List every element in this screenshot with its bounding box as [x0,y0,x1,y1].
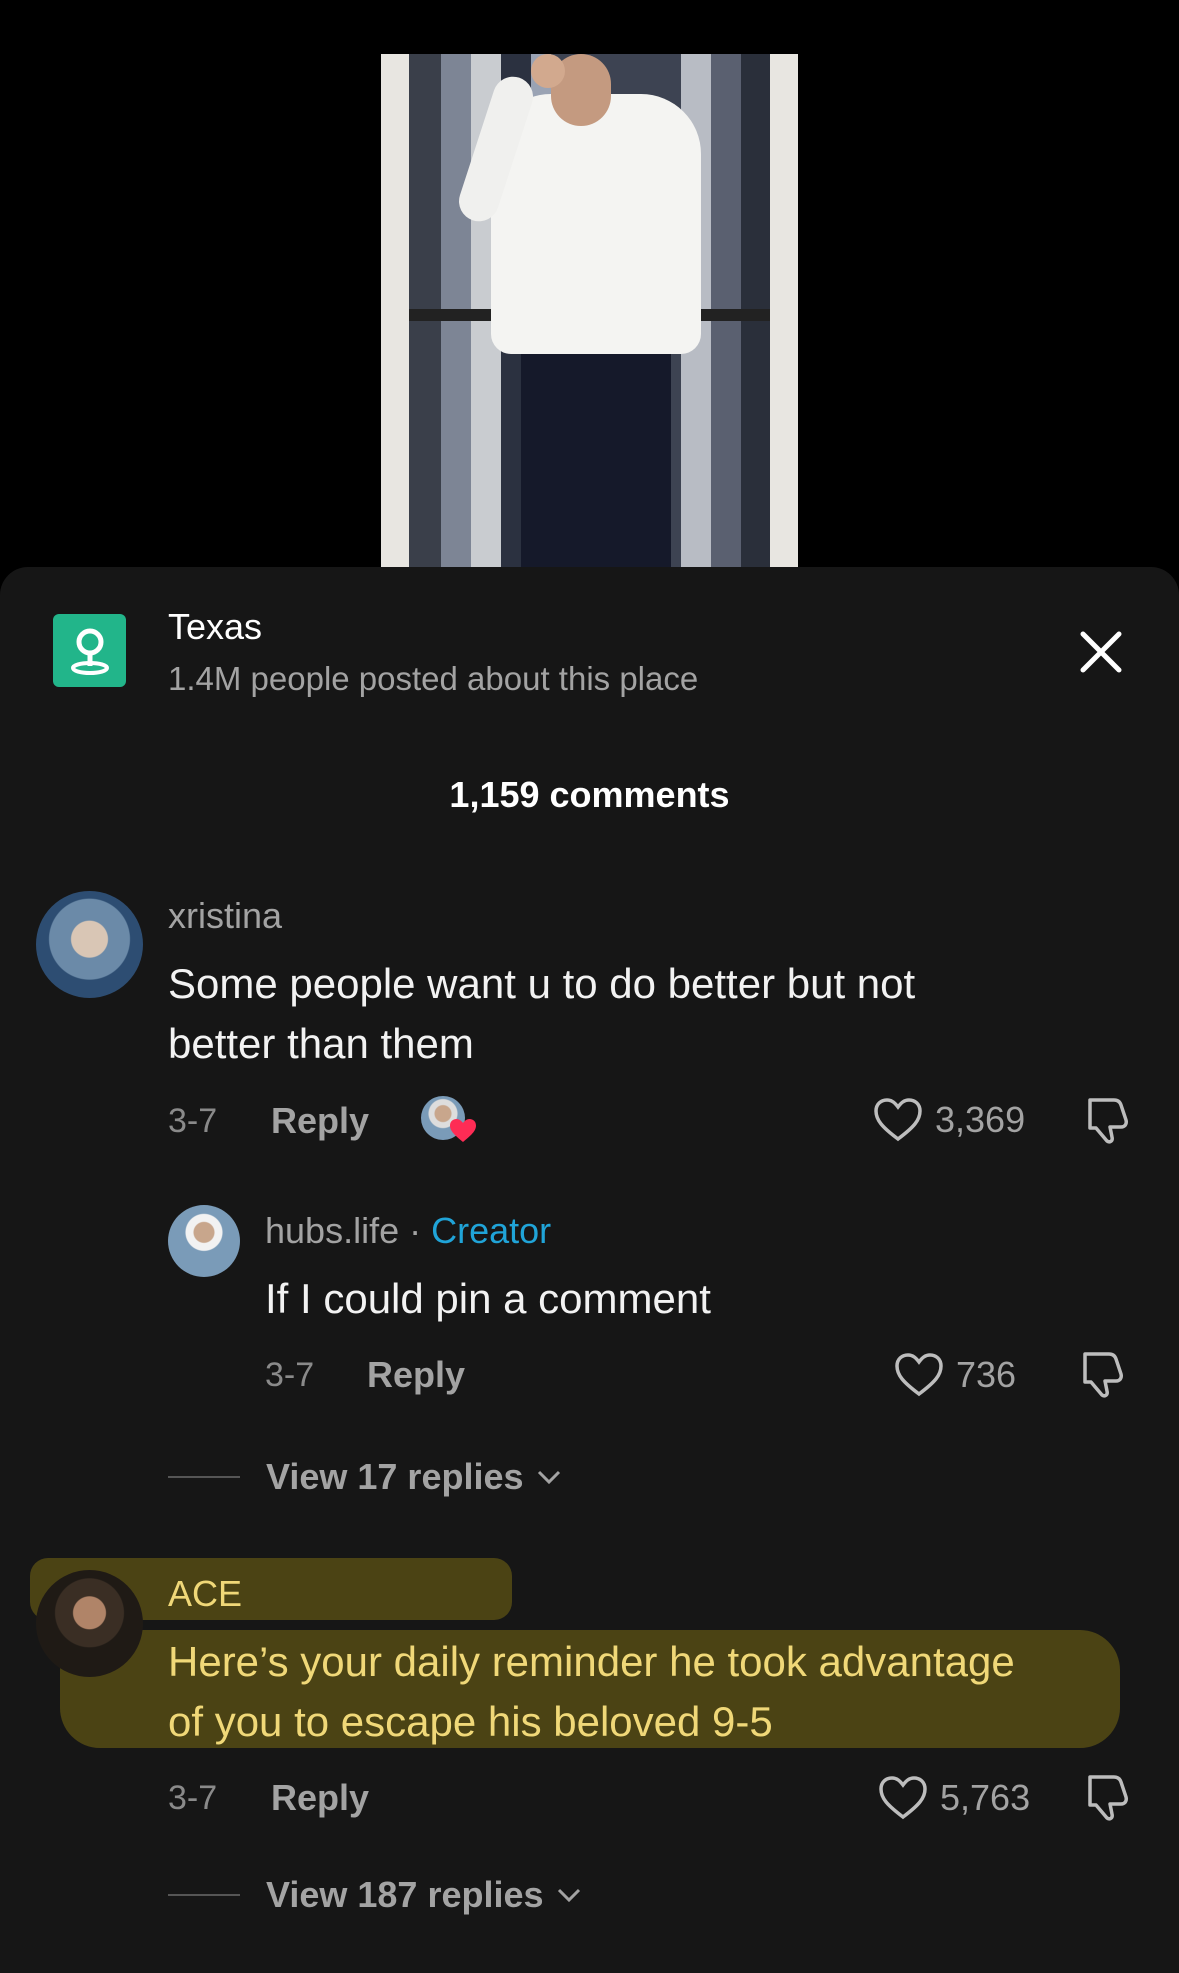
comment-text: Here’s your daily reminder he took advan… [168,1638,1015,1745]
video-preview[interactable] [381,54,798,567]
reply-username-row: hubs.life · Creator [265,1210,551,1252]
creator-badge: Creator [431,1210,552,1251]
like-count: 736 [956,1354,1017,1395]
location-subtitle: 1.4M people posted about this place [168,660,699,697]
comment-text: Some people want u to do better but not … [168,960,916,1067]
creator-liked-badge [421,1096,477,1146]
reply-button[interactable]: Reply [271,1100,369,1142]
name-separator: · [409,1210,422,1251]
dislike-icon[interactable] [1080,1096,1132,1151]
video-figure-pants [521,344,671,567]
reply-button[interactable]: Reply [367,1354,465,1396]
heart-icon [879,1776,927,1820]
view-replies-label: View 17 replies [266,1456,524,1497]
view-replies-button[interactable]: View 187 replies [168,1874,582,1916]
view-replies-label: View 187 replies [266,1874,544,1915]
reply-button[interactable]: Reply [271,1777,369,1819]
comment-date: 3-7 [168,1102,218,1140]
comment-date: 3-7 [168,1779,218,1817]
dislike-icon[interactable] [1075,1350,1127,1405]
like-count: 5,763 [940,1777,1031,1818]
avatar[interactable] [36,891,143,998]
divider-line [168,1894,240,1896]
video-figure-hand [531,54,565,88]
like-button[interactable]: 736 [894,1352,1016,1398]
comment-username[interactable]: ACE [168,1573,242,1615]
chevron-down-icon [557,1888,580,1903]
avatar[interactable] [36,1570,143,1677]
like-button[interactable]: 3,369 [873,1097,1025,1143]
heart-icon [874,1098,922,1142]
heart-icon [895,1353,943,1397]
heart-badge-icon [450,1119,476,1142]
dislike-icon[interactable] [1080,1773,1132,1828]
reply-username[interactable]: hubs.life [265,1210,399,1251]
video-figure-shirt [491,94,701,354]
comment-username[interactable]: xristina [168,895,282,937]
like-button[interactable]: 5,763 [878,1775,1030,1821]
divider-line [168,1476,240,1478]
view-replies-button[interactable]: View 17 replies [168,1456,562,1498]
like-count: 3,369 [935,1099,1026,1140]
comments-count: 1,159 comments [449,774,730,815]
chevron-down-icon [537,1470,560,1485]
avatar[interactable] [168,1205,240,1277]
location-pin-icon[interactable] [53,614,126,687]
reply-text: If I could pin a comment [265,1275,711,1322]
reply-date: 3-7 [265,1356,315,1394]
close-icon[interactable] [1075,626,1127,678]
location-title[interactable]: Texas [168,606,262,648]
